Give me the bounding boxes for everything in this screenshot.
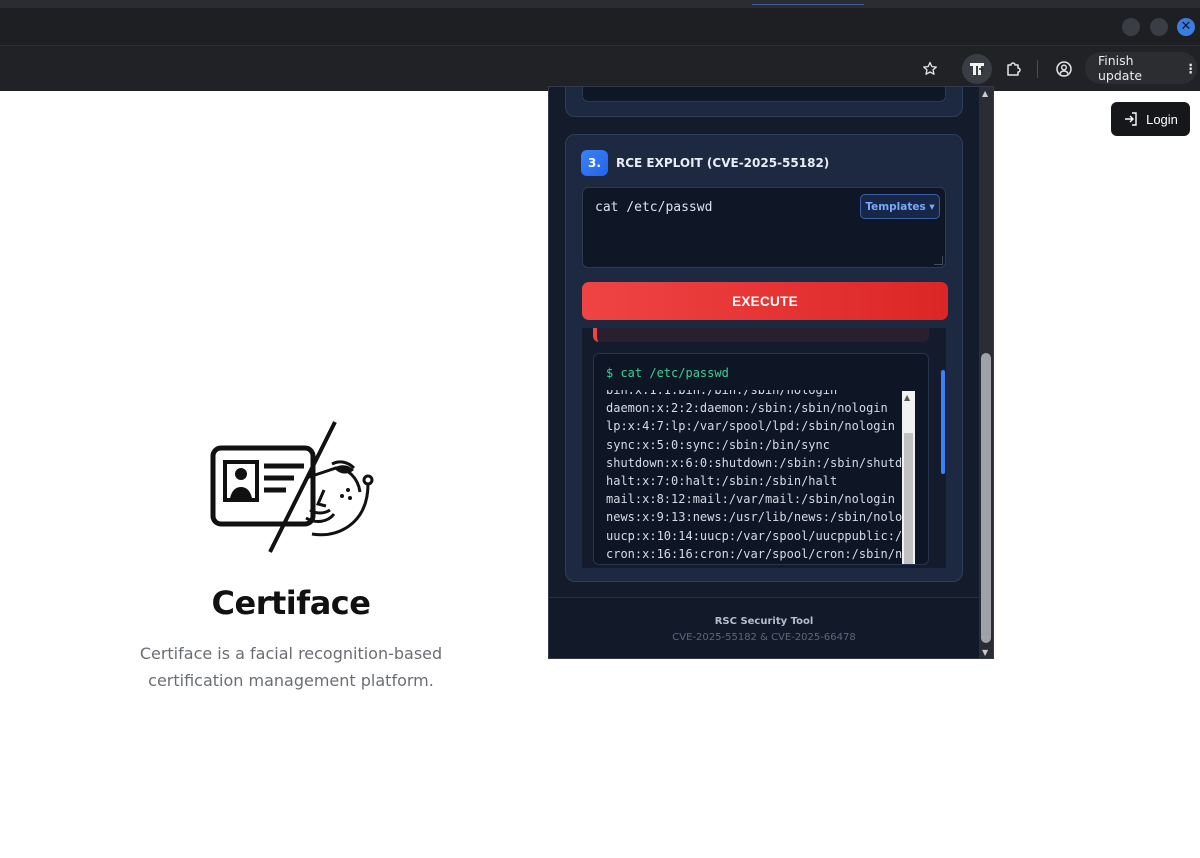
output-line: halt:x:7:0:halt:/sbin:/sbin/halt <box>606 474 838 489</box>
finish-update-label: Finish update <box>1098 53 1143 83</box>
popup-scrollbar[interactable]: ▲ ▼ <box>979 87 993 658</box>
command-value: cat /etc/passwd <box>595 200 713 215</box>
toolbar-divider <box>1037 60 1038 78</box>
login-button[interactable]: Login <box>1111 102 1190 136</box>
popup-scrollbar-thumb[interactable] <box>981 353 991 643</box>
close-window-button[interactable]: ✕ <box>1177 18 1195 36</box>
result-scrollbar-thumb[interactable] <box>941 370 945 474</box>
extension-active-icon[interactable] <box>962 54 992 84</box>
output-scrollbar-thumb[interactable] <box>904 433 913 564</box>
execute-button[interactable]: EXECUTE <box>582 282 948 320</box>
step-number-badge: 3. <box>581 150 608 176</box>
scroll-up-arrow-icon[interactable]: ▲ <box>904 393 910 402</box>
star-icon[interactable] <box>915 54 945 84</box>
extension-popup: 3. RCE EXPLOIT (CVE-2025-55182) cat /etc… <box>548 86 994 659</box>
output-line: daemon:x:2:2:daemon:/sbin:/sbin/nologin <box>606 401 888 416</box>
maximize-button[interactable] <box>1150 18 1168 36</box>
output-line: uucp:x:10:14:uucp:/var/spool/uucppublic:… <box>606 528 904 543</box>
background-window-glimpse <box>752 0 864 5</box>
rce-exploit-card: 3. RCE EXPLOIT (CVE-2025-55182) cat /etc… <box>565 134 963 582</box>
output-lines: bin:x:1:1:bin:/bin:/sbin/nologin daemon:x… <box>606 390 904 563</box>
browser-titlebar: ✕ <box>0 8 1200 46</box>
previous-step-field <box>582 87 946 102</box>
extensions-puzzle-icon[interactable] <box>998 54 1028 84</box>
step-title: RCE EXPLOIT (CVE-2025-55182) <box>616 156 830 170</box>
certiface-logo <box>208 418 378 562</box>
scroll-down-arrow-icon[interactable]: ▼ <box>982 648 988 657</box>
output-scrollbar[interactable]: ▲ <box>902 391 915 564</box>
login-icon <box>1125 112 1137 126</box>
output-line: shutdown:x:6:0:shutdown:/sbin:/sbin/shut… <box>606 455 904 470</box>
output-line: cron:x:16:16:cron:/var/spool/cron:/sbin/… <box>606 546 904 561</box>
output-line: sync:x:5:0:sync:/sbin:/bin/sync <box>606 437 830 452</box>
output-line: mail:x:8:12:mail:/var/mail:/sbin/nologin <box>606 492 895 507</box>
profile-icon[interactable] <box>1049 54 1079 84</box>
brand-description: Certiface is a facial recognition-based … <box>139 644 443 690</box>
terminal-prompt: $ cat /etc/passwd <box>606 366 729 380</box>
minimize-button[interactable] <box>1122 18 1140 36</box>
footer-subtitle: CVE-2025-55182 & CVE-2025-66478 <box>672 632 856 643</box>
output-line: news:x:9:13:news:/usr/lib/news:/sbin/nol… <box>606 510 904 525</box>
terminal-output[interactable]: bin:x:1:1:bin:/bin:/sbin/nologin daemon:x… <box>606 390 904 564</box>
output-line: bin:x:1:1:bin:/bin:/sbin/nologin <box>606 390 838 397</box>
output-line: lp:x:4:7:lp:/var/spool/lpd:/sbin/nologin <box>606 419 895 434</box>
footer-title: RSC Security Tool <box>714 616 814 627</box>
result-area: $ cat /etc/passwd bin:x:1:1:bin:/bin:/sb… <box>582 328 946 568</box>
browser-toolbar <box>0 46 1200 91</box>
resize-grip-icon[interactable] <box>934 256 943 265</box>
brand-name: Certiface <box>211 584 371 622</box>
terminal-output-panel: $ cat /etc/passwd bin:x:1:1:bin:/bin:/sb… <box>593 353 929 565</box>
window-top-strip <box>0 0 1200 8</box>
finish-update-button[interactable]: Finish update ⋮ <box>1085 52 1197 84</box>
command-textarea[interactable]: cat /etc/passwd Templates ▾ <box>582 187 946 268</box>
menu-dots-icon[interactable]: ⋮ <box>1185 61 1198 76</box>
scroll-up-arrow-icon[interactable]: ▲ <box>982 89 988 98</box>
status-alert <box>593 328 929 342</box>
popup-footer: RSC Security Tool CVE-2025-55182 & CVE-2… <box>549 597 993 658</box>
login-label: Login <box>1146 111 1178 127</box>
templates-dropdown-button[interactable]: Templates ▾ <box>860 194 940 219</box>
previous-step-card <box>565 87 963 117</box>
